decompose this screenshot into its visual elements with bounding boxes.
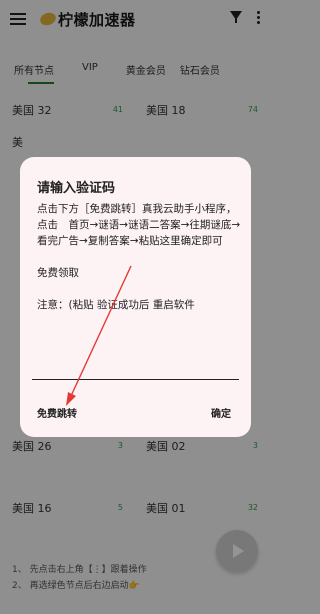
code-input[interactable]	[32, 379, 239, 380]
captcha-dialog: 请输入验证码 点击下方［免费跳转］真我云助手小程序， 点击 首页→谜语→谜语二答…	[20, 157, 251, 437]
free-jump-button[interactable]: 免费跳转	[37, 405, 77, 420]
dialog-line: 点击下方［免费跳转］真我云助手小程序，	[37, 203, 237, 215]
dialog-title: 请输入验证码	[37, 181, 116, 196]
confirm-button[interactable]: 确定	[211, 405, 231, 420]
dialog-message: 点击下方［免费跳转］真我云助手小程序， 点击 首页→谜语→谜语二答案→往期谜底→…	[37, 201, 245, 313]
dialog-line: 注意：(粘贴 验证成功后 重启软件	[37, 299, 195, 311]
dialog-line: 点击 首页→谜语→谜语二答案→往期谜底→看完广告→复制答案→粘贴这里确定即可	[37, 219, 241, 247]
dialog-line: 免费领取	[37, 267, 79, 279]
